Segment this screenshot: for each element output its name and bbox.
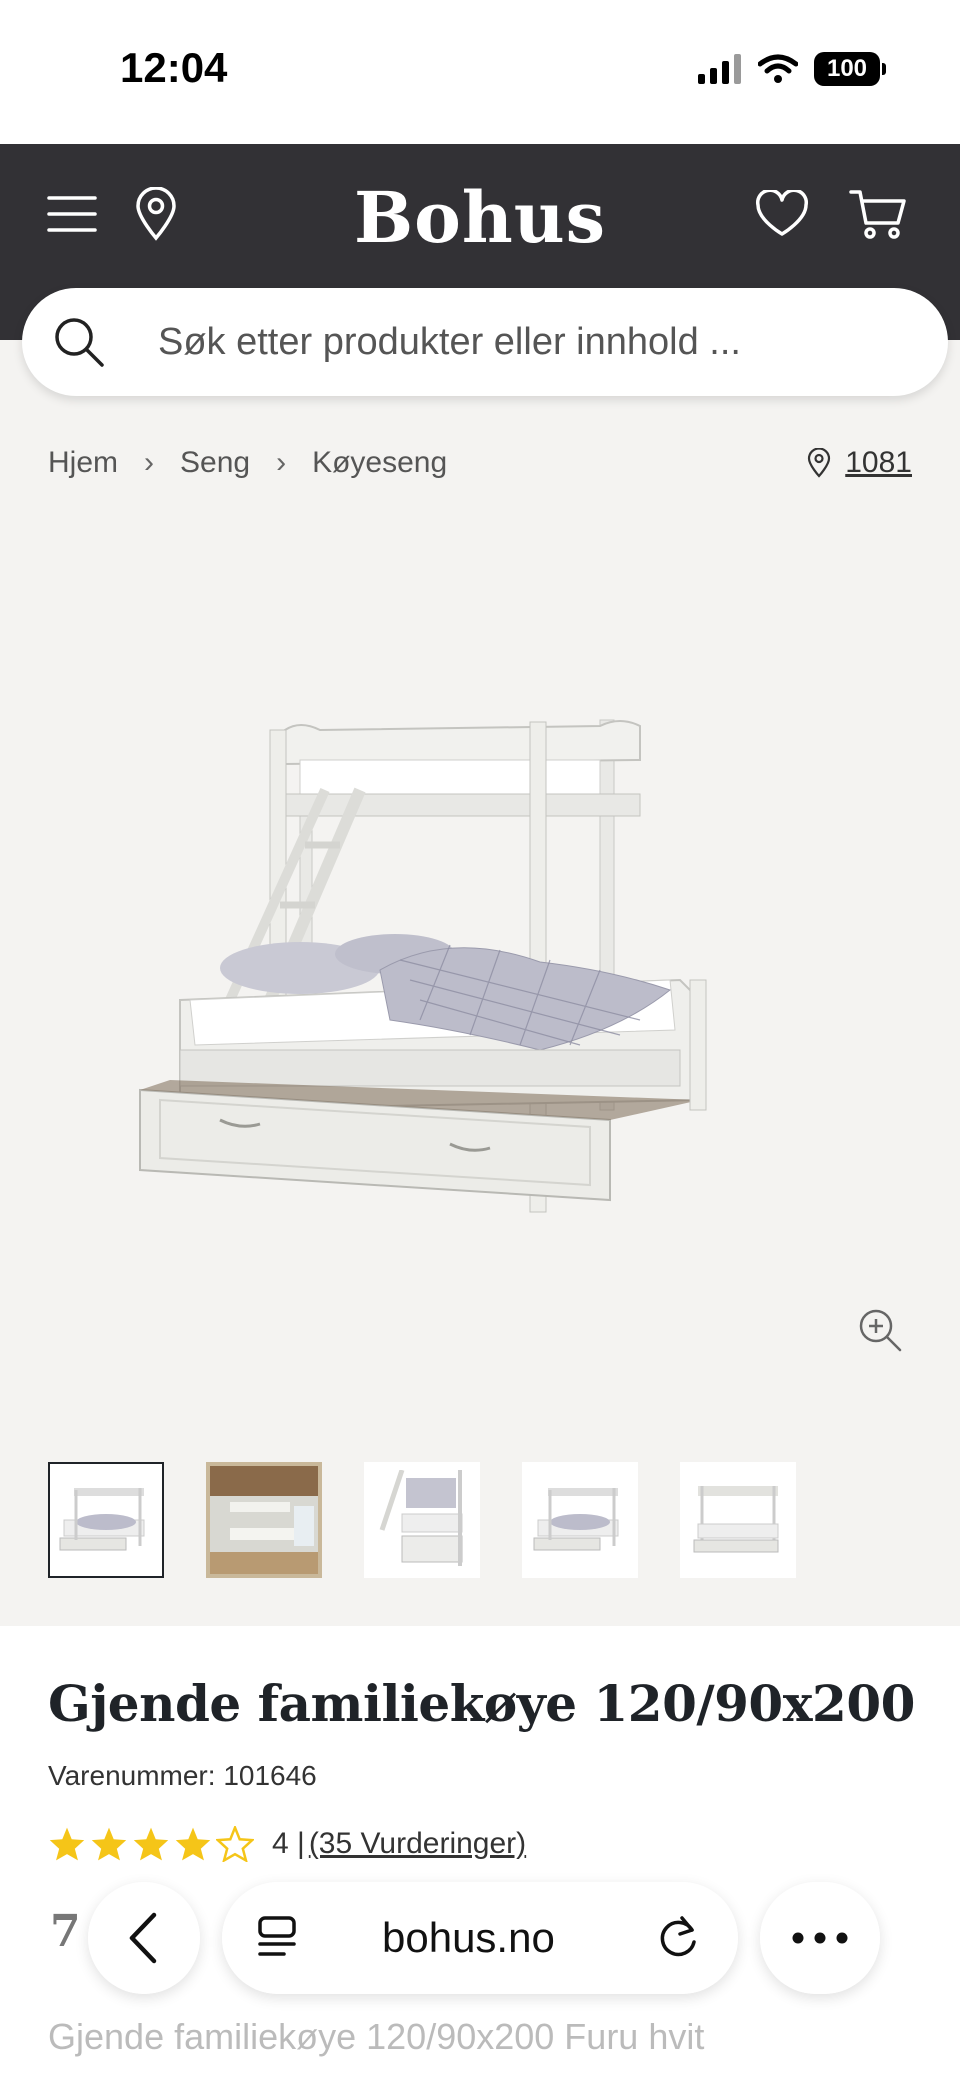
chevron-left-icon	[129, 1912, 157, 1964]
search-icon	[55, 318, 104, 367]
address-bar[interactable]: bohus.no	[222, 1882, 738, 1994]
thumbnail-4[interactable]	[522, 1462, 638, 1578]
star-filled-icon	[91, 1827, 127, 1861]
reload-icon[interactable]	[654, 1912, 704, 1962]
product-image[interactable]	[120, 700, 840, 1260]
chevron-right-icon: ›	[144, 446, 155, 479]
reader-icon[interactable]	[252, 1912, 302, 1962]
thumbnail-3[interactable]	[364, 1462, 480, 1578]
cart-icon[interactable]	[848, 184, 908, 244]
product-title: Gjende familiekøye 120/90x200	[48, 1674, 915, 1733]
more-options-button[interactable]	[760, 1882, 880, 1994]
chevron-right-icon: ›	[276, 446, 287, 479]
product-info: Gjende familiekøye 120/90x200 Varenummer…	[0, 1626, 960, 2081]
more-icon	[792, 1932, 848, 1944]
signal-icon	[698, 54, 741, 84]
location-pin-icon	[808, 448, 831, 478]
status-bar: 12:04 100	[0, 0, 960, 144]
thumbnail-strip	[48, 1462, 796, 1578]
thumbnail-1[interactable]	[48, 1462, 164, 1578]
search-input[interactable]: Søk etter produkter eller innhold ...	[22, 288, 948, 396]
star-filled-icon	[133, 1827, 169, 1861]
browser-toolbar: bohus.no	[0, 1880, 960, 2000]
product-rating: 4 | (35 Vurderinger)	[48, 1826, 526, 1862]
star-filled-icon	[175, 1827, 211, 1861]
star-filled-icon	[49, 1827, 85, 1861]
status-indicators: 100	[698, 52, 886, 86]
star-rating	[48, 1826, 254, 1862]
product-sku: Varenummer: 101646	[48, 1760, 317, 1791]
thumbnail-2[interactable]	[206, 1462, 322, 1578]
battery-icon: 100	[814, 52, 886, 86]
battery-level: 100	[826, 55, 868, 82]
zoom-in-icon[interactable]	[856, 1306, 904, 1354]
star-empty-icon	[216, 1826, 254, 1862]
breadcrumb: Hjem › Seng › Køyeseng	[48, 446, 447, 480]
reviews-link[interactable]: (35 Vurderinger)	[309, 1827, 526, 1861]
back-button[interactable]	[88, 1882, 200, 1994]
status-time: 12:04	[120, 44, 228, 91]
url-text: bohus.no	[382, 1914, 555, 1961]
store-number[interactable]: 1081	[845, 446, 912, 480]
heart-icon[interactable]	[752, 184, 812, 244]
bohus-logo[interactable]: Bohus	[0, 176, 960, 259]
product-description: Gjende familiekøye 120/90x200 Furu hvit	[48, 2016, 705, 2057]
rating-value: 4 |	[272, 1827, 305, 1860]
wifi-icon	[758, 54, 798, 83]
breadcrumb-seng[interactable]: Seng	[180, 446, 250, 480]
breadcrumb-home[interactable]: Hjem	[48, 446, 118, 480]
store-selector[interactable]: 1081	[807, 446, 912, 480]
thumbnail-5[interactable]	[680, 1462, 796, 1578]
breadcrumb-koyeseng[interactable]: Køyeseng	[312, 446, 447, 480]
search-placeholder: Søk etter produkter eller innhold ...	[158, 320, 741, 363]
